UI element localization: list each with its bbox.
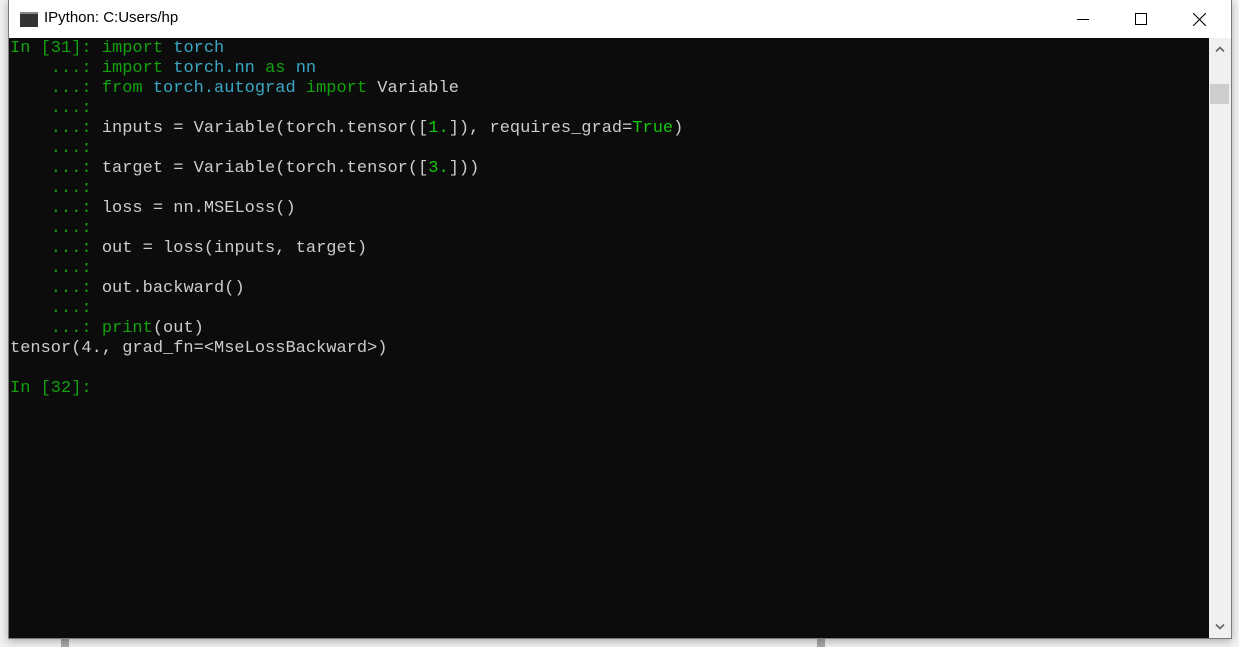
chevron-up-icon (1215, 46, 1225, 52)
minimize-icon (1077, 19, 1089, 20)
window-title: IPython: C:Users/hp (44, 9, 179, 26)
ipython-window: IPython: C:Users/hp In [31]: import torc… (8, 0, 1232, 639)
code-token: ]), requires_grad= (448, 119, 633, 138)
prompt: ...: (10, 139, 92, 158)
console-line: ...: from torch.autograd import Variable (10, 79, 683, 99)
prompt: ...: (10, 219, 92, 238)
code-token: out.backward() (101, 279, 245, 298)
console-line: ...: out.backward() (10, 279, 683, 299)
console-line: ...: loss = nn.MSELoss() (10, 199, 683, 219)
code-token: tensor(4., grad_fn=<MseLossBackward>) (10, 339, 388, 358)
prompt: ...: (10, 239, 102, 258)
code-token: (out) (152, 319, 204, 338)
console-line: ...: target = Variable(torch.tensor([3.]… (10, 159, 683, 179)
prompt: ...: (10, 279, 102, 298)
code-token: Variable (367, 79, 459, 98)
scroll-thumb[interactable] (1210, 84, 1229, 104)
code-token: target = Variable(torch.tensor([ (101, 159, 429, 178)
console-line: ...: (10, 99, 683, 119)
console-line: ...: inputs = Variable(torch.tensor([1.]… (10, 119, 684, 139)
console-line: ...: (10, 139, 683, 159)
prompt: ...: (10, 79, 102, 98)
scroll-up-button[interactable] (1209, 38, 1231, 60)
code-token: import (101, 59, 164, 78)
code-token: out = loss(inputs, target) (101, 239, 368, 258)
console-line: ...: out = loss(inputs, target) (10, 239, 683, 259)
title-bar[interactable]: IPython: C:Users/hp (9, 0, 1231, 38)
minimize-button[interactable] (1054, 0, 1112, 38)
code-token: import (305, 79, 368, 98)
console-lines: In [31]: import torch ...: import torch.… (10, 39, 683, 399)
prompt: In [32]: (10, 379, 102, 398)
console-output[interactable]: In [31]: import torch ...: import torch.… (9, 38, 1209, 638)
chevron-down-icon (1215, 624, 1225, 630)
code-token: as (265, 59, 286, 78)
code-token: print (101, 319, 153, 338)
console-line: ...: (10, 219, 683, 239)
prompt: ...: (10, 259, 92, 278)
code-token: nn (295, 59, 317, 78)
code-token: torch.nn (173, 59, 255, 78)
code-token: loss = nn.MSELoss() (101, 199, 296, 218)
prompt: ...: (10, 99, 92, 118)
prompt: ...: (10, 159, 102, 178)
close-icon (1192, 12, 1206, 26)
console-line: ...: (10, 259, 683, 279)
prompt: ...: (10, 179, 92, 198)
code-token: torch (173, 39, 225, 58)
code-token: from (101, 79, 143, 98)
maximize-icon (1135, 13, 1147, 25)
code-token: torch.autograd (152, 79, 296, 98)
console-line: ...: (10, 299, 683, 319)
prompt: ...: (10, 119, 102, 138)
maximize-button[interactable] (1112, 0, 1170, 38)
vertical-scrollbar[interactable] (1209, 38, 1231, 638)
console-line: In [32]: (10, 379, 683, 399)
code-token: inputs = Variable(torch.tensor([ (101, 119, 429, 138)
background-element (817, 638, 825, 647)
background-element (61, 638, 69, 647)
prompt: ...: (10, 319, 102, 338)
code-token: import (101, 39, 164, 58)
code-token: 3. (428, 159, 449, 178)
console-line: ...: (10, 179, 683, 199)
close-button[interactable] (1170, 0, 1228, 38)
code-token: ) (673, 119, 684, 138)
code-token: ])) (448, 159, 480, 178)
prompt: In [31]: (10, 39, 102, 58)
prompt: ...: (10, 299, 92, 318)
scroll-down-button[interactable] (1209, 616, 1231, 638)
prompt: ...: (10, 59, 102, 78)
console-line: ...: import torch.nn as nn (10, 59, 683, 79)
prompt: ...: (10, 199, 102, 218)
console-line: ...: print(out) (10, 319, 683, 339)
code-token: True (632, 119, 674, 138)
console-line: In [31]: import torch (10, 39, 683, 59)
console-line: tensor(4., grad_fn=<MseLossBackward>) (10, 339, 683, 359)
code-token: 1. (428, 119, 449, 138)
console-icon (20, 12, 38, 27)
